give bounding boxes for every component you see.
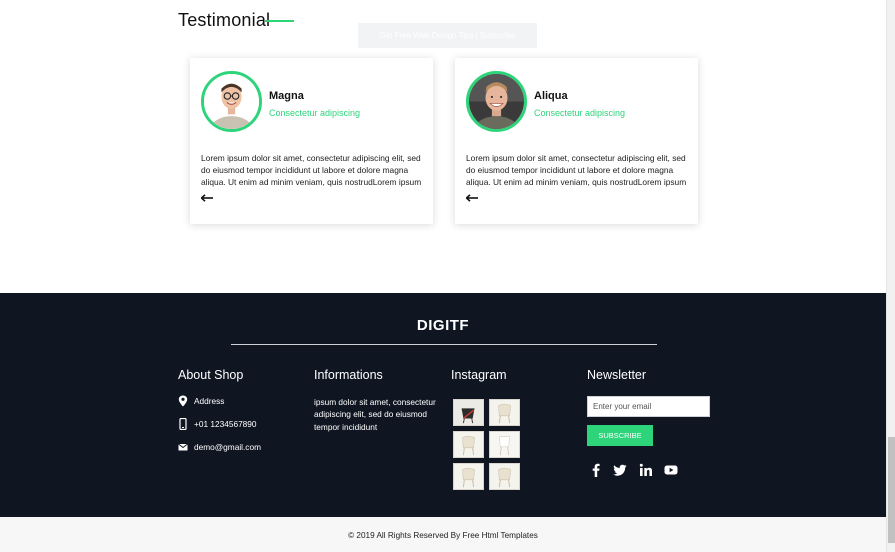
informations-title: Informations bbox=[314, 368, 383, 382]
contact-email[interactable]: demo@gmail.com bbox=[178, 441, 261, 453]
email-text: demo@gmail.com bbox=[194, 442, 261, 452]
avatar bbox=[201, 71, 262, 132]
envelope-icon bbox=[178, 443, 188, 451]
avatar-person-glasses-image bbox=[204, 74, 259, 129]
instagram-image[interactable] bbox=[489, 399, 520, 426]
newsletter-title: Newsletter bbox=[587, 368, 647, 382]
about-shop-title: About Shop bbox=[178, 368, 244, 382]
facebook-icon[interactable] bbox=[589, 463, 603, 477]
arrow-left-icon[interactable] bbox=[466, 194, 478, 202]
instagram-image[interactable] bbox=[489, 431, 520, 458]
copyright-bar: © 2019 All Rights Reserved By Free Html … bbox=[0, 517, 886, 552]
testimonial-heading: Testimonial bbox=[178, 10, 271, 30]
twitter-icon[interactable] bbox=[613, 463, 627, 477]
instagram-image[interactable] bbox=[453, 399, 484, 426]
brand-divider bbox=[231, 344, 657, 345]
testimonial-section: Testimonial Get Free Web Design Tips | S… bbox=[0, 0, 886, 293]
testimonial-text: Lorem ipsum dolor sit amet, consectetur … bbox=[201, 153, 422, 188]
phone-text: +01 1234567890 bbox=[194, 419, 257, 429]
testimonial-text: Lorem ipsum dolor sit amet, consectetur … bbox=[466, 153, 687, 188]
contact-phone[interactable]: +01 1234567890 bbox=[178, 418, 257, 430]
instagram-title: Instagram bbox=[451, 368, 507, 382]
informations-text: ipsum dolor sit amet, consectetur adipis… bbox=[314, 397, 436, 432]
testimonial-role: Consectetur adipiscing bbox=[269, 108, 361, 118]
avatar bbox=[466, 71, 527, 132]
footer-brand[interactable]: DIGITF bbox=[0, 317, 886, 334]
address-text: Address bbox=[194, 396, 225, 406]
newsletter-email-input[interactable] bbox=[587, 396, 710, 417]
testimonial-card: Magna Consectetur adipiscing Lorem ipsum… bbox=[190, 58, 433, 224]
contact-address[interactable]: Address bbox=[178, 395, 224, 407]
testimonial-name: Magna bbox=[269, 90, 304, 102]
youtube-icon[interactable] bbox=[664, 463, 678, 477]
location-pin-icon bbox=[178, 395, 188, 407]
footer: DIGITF About Shop Address +01 1234567890… bbox=[0, 293, 886, 517]
instagram-image[interactable] bbox=[453, 431, 484, 458]
instagram-image[interactable] bbox=[453, 463, 484, 490]
scrollbar-thumb[interactable] bbox=[888, 437, 895, 543]
heading-underline bbox=[265, 20, 294, 22]
arrow-left-icon[interactable] bbox=[201, 194, 213, 202]
vertical-scrollbar[interactable] bbox=[886, 0, 895, 552]
linkedin-icon[interactable] bbox=[639, 463, 653, 477]
popup-overlay[interactable]: Get Free Web Design Tips | Subscribe bbox=[358, 23, 537, 48]
instagram-grid bbox=[453, 399, 520, 490]
subscribe-button[interactable]: SUBSCRIBE bbox=[587, 425, 653, 446]
testimonial-card: Aliqua Consectetur adipiscing Lorem ipsu… bbox=[455, 58, 698, 224]
mobile-phone-icon bbox=[179, 418, 187, 430]
testimonial-role: Consectetur adipiscing bbox=[534, 108, 626, 118]
testimonial-name: Aliqua bbox=[534, 90, 568, 102]
instagram-image[interactable] bbox=[489, 463, 520, 490]
avatar-smiling-man-image bbox=[469, 74, 524, 129]
